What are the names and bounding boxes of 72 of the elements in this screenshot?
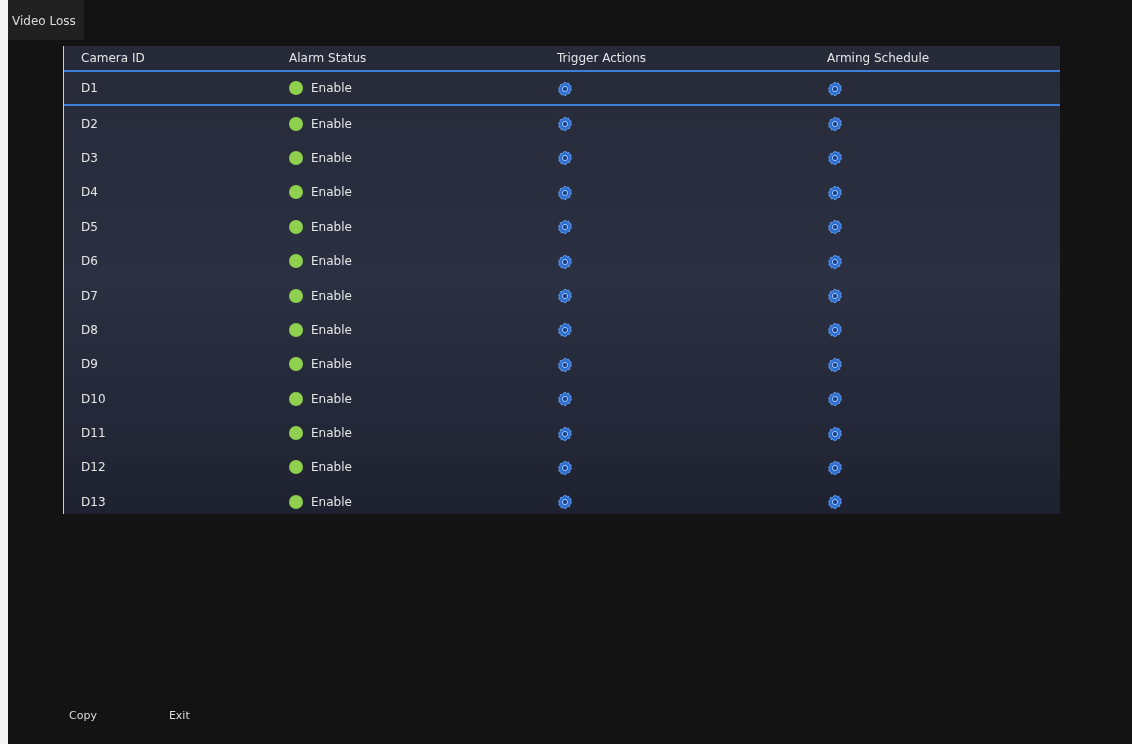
gear-icon[interactable] [557,322,573,339]
camera-id: D9 [81,356,99,374]
gear-icon[interactable] [827,253,843,270]
gear-icon[interactable] [827,494,843,511]
table-row[interactable]: D3 Enable [64,140,1060,176]
gear-icon[interactable] [557,391,573,408]
column-header: Trigger Actions [557,50,648,67]
gear-icon[interactable] [827,80,843,97]
table-row[interactable]: D2 Enable [64,106,1060,141]
camera-id: D8 [81,321,99,339]
table-row[interactable]: D9 Enable [64,347,1060,382]
status-text: Enable [311,80,352,98]
status-text: Enable [311,149,352,167]
gear-icon[interactable] [557,425,573,442]
camera-id: D1 [81,80,99,98]
camera-id: D12 [81,459,107,477]
status-text: Enable [311,253,352,271]
status-text: Enable [311,321,352,339]
gear-icon[interactable] [557,80,573,97]
camera-id: D3 [81,149,99,167]
table-row[interactable]: D4 Enable [64,175,1060,210]
footer-button[interactable]: Copy [63,705,103,726]
status-text: Enable [311,115,352,133]
status-text: Enable [311,425,352,443]
gear-icon[interactable] [557,219,573,236]
window-title: Video Loss [8,0,84,40]
table-row[interactable]: D11 Enable [64,415,1060,451]
gear-icon[interactable] [827,184,843,201]
column-header: Arming Schedule [827,50,931,67]
camera-id: D4 [81,184,99,202]
table-row[interactable]: D12 Enable [64,450,1060,485]
column-header: Camera ID [81,50,146,67]
gear-icon[interactable] [827,391,843,408]
camera-id: D5 [81,218,99,236]
status-text: Enable [311,287,352,305]
gear-icon[interactable] [827,322,843,339]
gear-icon[interactable] [827,116,843,133]
table-row[interactable]: D10 Enable [64,381,1060,416]
gear-icon[interactable] [827,425,843,442]
footer-button[interactable]: Exit [162,705,196,726]
table-row[interactable]: D6 Enable [64,243,1060,279]
camera-id: D2 [81,115,99,133]
gear-icon[interactable] [557,288,573,305]
status-text: Enable [311,218,352,236]
camera-id: D13 [81,493,107,511]
table-row[interactable]: D7 Enable [64,278,1060,313]
table-row[interactable]: D5 Enable [64,209,1060,244]
table-row[interactable]: D8 Enable [64,312,1060,348]
gear-icon[interactable] [557,150,573,167]
table-row[interactable]: D1 Enable [64,72,1060,107]
gear-icon[interactable] [557,460,573,476]
status-text: Enable [311,459,352,477]
gear-icon[interactable] [827,150,843,167]
status-text: Enable [311,493,352,511]
gear-icon[interactable] [827,288,843,305]
gear-icon[interactable] [557,116,573,133]
camera-id: D11 [81,425,107,443]
table-row[interactable]: D13 Enable [64,484,1060,520]
camera-id: D7 [81,287,99,305]
camera-id: D10 [81,390,107,408]
gear-icon[interactable] [827,356,843,373]
status-text: Enable [311,356,352,374]
gear-icon[interactable] [557,356,573,373]
camera-id: D6 [81,253,99,271]
status-text: Enable [311,390,352,408]
gear-icon[interactable] [557,494,573,511]
gear-icon[interactable] [827,460,843,476]
gear-icon[interactable] [557,253,573,270]
gear-icon[interactable] [557,184,573,201]
status-text: Enable [311,184,352,202]
gear-icon[interactable] [827,219,843,236]
column-header: Alarm Status [289,50,368,67]
